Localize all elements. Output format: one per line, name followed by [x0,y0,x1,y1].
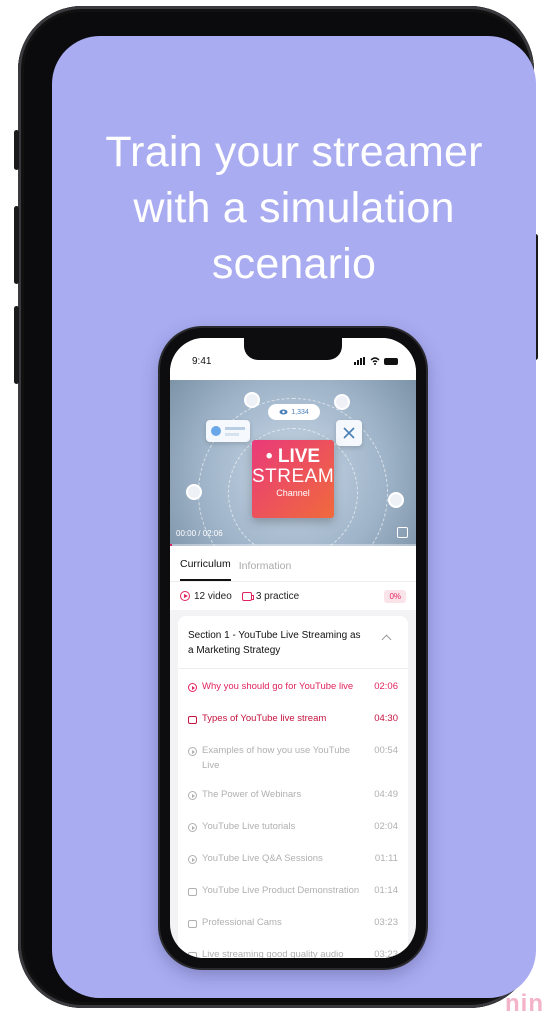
status-time: 9:41 [192,355,212,367]
volume-down-button [14,306,19,384]
practice-count-label: 3 practice [255,590,300,602]
tab-information[interactable]: Information [239,560,292,581]
promo-heading-line3: scenario [211,240,377,288]
lesson-title: The Power of Webinars [202,789,302,800]
app-screen: 9:41 1,334 • LIVE STREAM Channel 00:00 /… [170,338,416,958]
course-stats: 12 video 3 practice 0% [170,582,416,610]
lesson-icon-wrap [188,682,202,697]
outer-screen: Train your streamer with a simulation sc… [52,36,536,998]
outer-phone-frame: Train your streamer with a simulation sc… [14,6,538,1008]
lesson-duration: 01:14 [374,885,398,896]
play-circle-icon [188,683,197,692]
lesson-icon-wrap [188,746,202,761]
avatar [334,394,350,410]
lesson-duration: 02:06 [374,681,398,692]
lesson-icon-wrap [188,790,202,805]
lesson-duration: 04:49 [374,789,398,800]
lesson-item[interactable]: YouTube Live Q&A Sessions 01:11 [178,851,408,869]
lesson-title: YouTube Live tutorials [202,821,296,832]
lesson-title: YouTube Live Q&A Sessions [202,853,323,864]
avatar [388,492,404,508]
practice-icon [188,952,197,958]
lesson-title: Professional Cams [202,917,282,928]
close-card [336,420,362,446]
lesson-duration: 03:23 [374,917,398,928]
video-count-label: 12 video [194,590,232,602]
viewer-count-pill: 1,334 [268,404,320,420]
live-logo-line1: • LIVE [265,446,321,467]
fullscreen-icon[interactable] [397,527,408,538]
lesson-title: Examples of how you use YouTube Live [202,745,351,771]
lesson-item[interactable]: YouTube Live tutorials 02:04 [178,819,408,837]
practice-count: 3 practice [241,590,300,602]
avatar [186,484,202,500]
live-logo-line2: STREAM [252,466,335,487]
lesson-duration: 01:11 [374,853,398,864]
lesson-icon-wrap [188,950,202,958]
lesson-title: Why you should go for YouTube live [202,681,354,692]
lesson-duration: 03:23 [374,949,398,958]
lesson-item[interactable]: Examples of how you use YouTube Live 00:5… [178,743,408,773]
video-time: 00:00 / 02:06 [176,529,223,538]
play-circle-icon [180,591,190,601]
avatar [244,392,260,408]
video-player[interactable]: 1,334 • LIVE STREAM Channel 00:00 / 02:0… [170,380,416,546]
wifi-icon [370,357,380,365]
eye-icon [279,409,288,415]
lesson-title: Live streaming good quality audio [202,949,344,958]
lesson-item[interactable]: Why you should go for YouTube live 02:06 [178,679,408,697]
watermark: nin [505,990,544,1016]
lesson-icon-wrap [188,854,202,869]
practice-icon [188,920,197,928]
lesson-list: Why you should go for YouTube live 02:06 T… [178,669,408,958]
tab-curriculum[interactable]: Curriculum [180,558,231,581]
lesson-title: Types of YouTube live stream [202,713,327,724]
status-icons [354,357,398,365]
lesson-title: YouTube Live Product Demonstration [202,885,360,896]
inner-phone-frame: 9:41 1,334 • LIVE STREAM Channel 00:00 /… [160,328,426,968]
section-header[interactable]: Section 1 - YouTube Live Streaming as a … [178,616,408,669]
lesson-duration: 04:30 [374,713,398,724]
lesson-item[interactable]: The Power of Webinars 04:49 [178,787,408,805]
live-stream-logo: • LIVE STREAM Channel [252,440,334,518]
promo-heading-line2: with a simulation [133,184,455,232]
lesson-duration: 00:54 [374,745,398,756]
notch [244,338,342,360]
play-circle-icon [188,791,197,800]
lesson-item[interactable]: Types of YouTube live stream 04:30 [178,711,408,729]
play-circle-icon [188,855,197,864]
play-circle-icon [188,823,197,832]
practice-icon [241,591,254,601]
battery-icon [384,357,398,365]
lesson-item[interactable]: Live streaming good quality audio 03:23 [178,947,408,958]
mute-switch [14,130,19,170]
signal-icon [354,357,365,365]
video-count: 12 video [180,591,232,602]
tab-bar: Curriculum Information [170,546,416,582]
chat-bubble-card [206,420,250,442]
promo-heading: Train your streamer with a simulation sc… [52,124,536,292]
chevron-up-icon[interactable] [381,634,392,645]
live-logo-line3: Channel [276,488,310,498]
play-circle-icon [188,747,197,756]
volume-up-button [14,206,19,284]
lesson-duration: 02:04 [374,821,398,832]
lesson-icon-wrap [188,918,202,933]
practice-icon [188,888,197,896]
viewer-count: 1,334 [291,408,309,416]
lesson-icon-wrap [188,886,202,901]
section-card: Section 1 - YouTube Live Streaming as a … [178,616,408,958]
lesson-item[interactable]: Professional Cams 03:23 [178,915,408,933]
close-icon [343,427,355,439]
completion-badge: 0% [384,589,406,603]
lesson-item[interactable]: YouTube Live Product Demonstration 01:14 [178,883,408,901]
section-title: Section 1 - YouTube Live Streaming as a … [188,630,361,656]
lesson-icon-wrap [188,714,202,729]
lesson-icon-wrap [188,822,202,837]
practice-icon [188,716,197,724]
promo-heading-line1: Train your streamer [105,128,483,176]
